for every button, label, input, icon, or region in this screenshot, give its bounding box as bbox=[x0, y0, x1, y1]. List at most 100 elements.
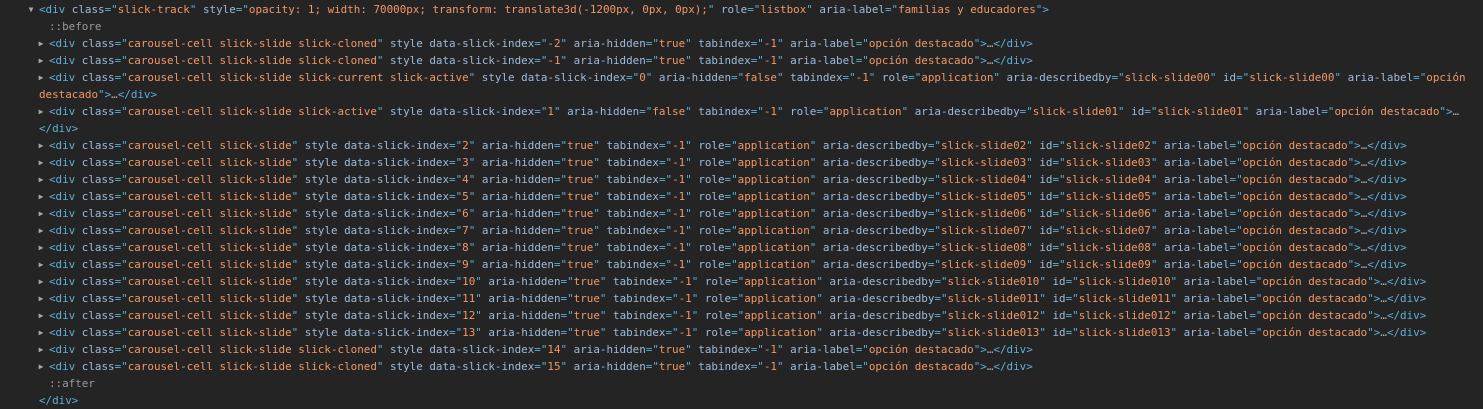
triangle-right-icon[interactable]: ▶ bbox=[36, 35, 46, 52]
dom-tree-row[interactable]: ▶ <div class="carousel-cell slick-slide" … bbox=[0, 171, 1483, 188]
attribute-name: aria-label bbox=[790, 37, 856, 50]
triangle-right-icon[interactable]: ▶ bbox=[36, 52, 46, 69]
dom-tree-row[interactable]: ▶ <div class="carousel-cell slick-slide" … bbox=[0, 324, 1483, 341]
attribute-name: tabindex bbox=[613, 275, 666, 288]
attribute-value: slick-slide03 bbox=[1065, 156, 1151, 169]
attribute-name: aria-describedby bbox=[829, 326, 935, 339]
attribute-value: application bbox=[737, 173, 810, 186]
dom-tree-row[interactable]: ▶ <div class="carousel-cell slick-slide" … bbox=[0, 256, 1483, 273]
triangle-right-icon[interactable]: ▶ bbox=[36, 69, 46, 86]
tag-punctuation: " bbox=[776, 105, 784, 118]
tag-punctuation: " bbox=[475, 309, 482, 322]
attribute-value: -1 bbox=[763, 360, 777, 373]
triangle-right-icon[interactable]: ▶ bbox=[36, 324, 46, 341]
dom-tree-row[interactable]: ▶ <div class="carousel-cell slick-slide" … bbox=[0, 154, 1483, 171]
dom-tree-row[interactable]: ▶ <div class="carousel-cell slick-slide" … bbox=[0, 188, 1483, 205]
attribute-name: id bbox=[1039, 139, 1053, 152]
dom-tree-row[interactable]: ::after bbox=[0, 375, 1483, 392]
dom-tree-row[interactable]: ▶ <div class="carousel-cell slick-slide" … bbox=[0, 205, 1483, 222]
triangle-right-icon[interactable]: ▶ bbox=[36, 358, 46, 375]
tag-punctuation: "> bbox=[1439, 105, 1453, 118]
tag-punctuation: =" bbox=[449, 241, 463, 254]
tag-punctuation: =" bbox=[1052, 139, 1066, 152]
tag-punctuation: =" bbox=[855, 54, 869, 67]
triangle-right-icon[interactable]: ▶ bbox=[36, 273, 46, 290]
tag-punctuation: =" bbox=[114, 309, 128, 322]
attribute-name: data-slick-index bbox=[344, 326, 450, 339]
attribute-name: role bbox=[704, 292, 732, 305]
attribute-value: opción destacado bbox=[1242, 207, 1348, 220]
tag-punctuation: " bbox=[593, 258, 600, 271]
tag-punctuation: =" bbox=[724, 224, 738, 237]
tag-punctuation: " bbox=[593, 139, 600, 152]
attribute-value: 11 bbox=[462, 292, 476, 305]
attribute-name: data-slick-index bbox=[344, 173, 450, 186]
triangle-right-icon[interactable]: ▶ bbox=[36, 188, 46, 205]
triangle-right-icon[interactable]: ▶ bbox=[36, 171, 46, 188]
attribute-name: aria-hidden bbox=[488, 309, 561, 322]
triangle-right-icon[interactable]: ▶ bbox=[36, 103, 46, 120]
attribute-name: id bbox=[1039, 156, 1053, 169]
tag-punctuation: =" bbox=[553, 173, 568, 186]
triangle-right-icon[interactable]: ▶ bbox=[36, 341, 46, 358]
triangle-right-icon[interactable]: ▶ bbox=[36, 256, 46, 273]
triangle-right-icon[interactable]: ▶ bbox=[36, 222, 46, 239]
tag-punctuation: " bbox=[685, 207, 692, 220]
tag-punctuation: " bbox=[1026, 207, 1033, 220]
triangle-down-icon[interactable]: ▼ bbox=[26, 1, 36, 18]
attribute-value: opción bbox=[1426, 71, 1466, 84]
attribute-value: -1 bbox=[678, 292, 692, 305]
attribute-name: data-slick-index bbox=[429, 54, 535, 67]
dom-tree-row[interactable]: ▶ <div class="carousel-cell slick-slide s… bbox=[0, 341, 1483, 358]
attribute-value: true bbox=[658, 54, 686, 67]
tag-punctuation: =" bbox=[1229, 241, 1243, 254]
dom-tree-row[interactable]: </div> bbox=[0, 392, 1483, 409]
attribute-value: application bbox=[737, 224, 810, 237]
attribute-value: carousel-cell slick-slide bbox=[127, 173, 292, 186]
attribute-value: carousel-cell slick-slide bbox=[127, 258, 292, 271]
attribute-value: true bbox=[658, 37, 686, 50]
dom-tree-row[interactable]: ▶ <div class="carousel-cell slick-slide s… bbox=[0, 358, 1483, 375]
dom-tree-row[interactable]: ▼ <div class="slick-track" style="opacity… bbox=[0, 1, 1483, 18]
attribute-name: style bbox=[390, 360, 423, 373]
dom-tree-row[interactable]: </div> bbox=[0, 120, 1483, 137]
dom-tree-row[interactable]: ▶ <div class="carousel-cell slick-slide s… bbox=[0, 52, 1483, 69]
attribute-name: tabindex bbox=[606, 207, 659, 220]
attribute-value: -1 bbox=[672, 207, 686, 220]
triangle-right-icon[interactable]: ▶ bbox=[36, 137, 46, 154]
tag-punctuation: "> bbox=[973, 343, 987, 356]
attribute-value: listbox bbox=[760, 3, 807, 16]
attribute-name: tabindex bbox=[606, 241, 659, 254]
triangle-right-icon[interactable]: ▶ bbox=[36, 290, 46, 307]
dom-tree-row[interactable]: ▶ <div class="carousel-cell slick-slide" … bbox=[0, 137, 1483, 154]
dom-tree-row[interactable]: ▶ <div class="carousel-cell slick-slide" … bbox=[0, 239, 1483, 256]
dom-tree-row[interactable]: ▶ <div class="carousel-cell slick-slide s… bbox=[0, 69, 1483, 86]
attribute-name: aria-describedby bbox=[822, 224, 928, 237]
dom-tree-row[interactable]: ▶ <div class="carousel-cell slick-slide" … bbox=[0, 222, 1483, 239]
tag-punctuation: " bbox=[685, 360, 692, 373]
attribute-name: style bbox=[390, 37, 423, 50]
attribute-name: style bbox=[304, 258, 338, 271]
tag-punctuation: =" bbox=[114, 139, 128, 152]
tag-punctuation: =" bbox=[665, 292, 679, 305]
dom-tree-row[interactable]: ::before bbox=[0, 18, 1483, 35]
attribute-name: id bbox=[1222, 71, 1237, 84]
dom-tree-row[interactable]: ▶ <div class="carousel-cell slick-slide s… bbox=[0, 35, 1483, 52]
tag-punctuation: =" bbox=[114, 173, 128, 186]
triangle-right-icon[interactable]: ▶ bbox=[36, 239, 46, 256]
tag-punctuation: =" bbox=[449, 258, 463, 271]
dom-tree-row[interactable]: destacado">…</div> bbox=[0, 86, 1483, 103]
attribute-name: aria-hidden bbox=[481, 207, 554, 220]
dom-tree-row[interactable]: ▶ <div class="carousel-cell slick-slide" … bbox=[0, 273, 1483, 290]
tag-punctuation: " bbox=[1039, 292, 1046, 305]
dom-tree-row[interactable]: ▶ <div class="carousel-cell slick-slide" … bbox=[0, 307, 1483, 324]
attribute-name: data-slick-index bbox=[344, 275, 450, 288]
dom-tree-row[interactable]: ▶ <div class="carousel-cell slick-slide" … bbox=[0, 290, 1483, 307]
triangle-right-icon[interactable]: ▶ bbox=[36, 307, 46, 324]
triangle-right-icon[interactable]: ▶ bbox=[36, 205, 46, 222]
tag-punctuation: " bbox=[806, 3, 813, 16]
tag-punctuation: " bbox=[685, 156, 692, 169]
triangle-right-icon[interactable]: ▶ bbox=[36, 154, 46, 171]
dom-tree-row[interactable]: ▶ <div class="carousel-cell slick-slide s… bbox=[0, 103, 1483, 120]
tag-punctuation: =" bbox=[114, 275, 128, 288]
